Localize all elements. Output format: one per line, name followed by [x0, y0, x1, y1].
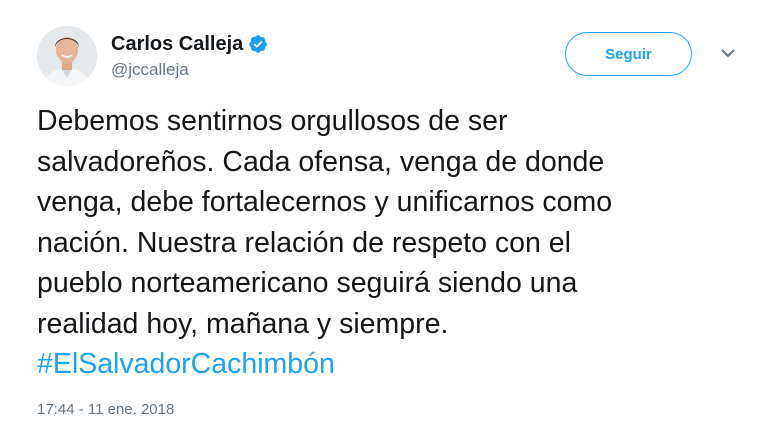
author-display-name[interactable]: Carlos Calleja — [111, 32, 243, 56]
avatar-photo — [37, 26, 97, 86]
follow-button[interactable]: Seguir — [565, 32, 692, 76]
author-handle[interactable]: @jccalleja — [111, 59, 189, 81]
tweet-timestamp[interactable]: 17:44 - 11 ene. 2018 — [37, 400, 174, 420]
avatar[interactable] — [37, 26, 97, 86]
tweet-text-line: venga, debe fortalecernos y unificarnos … — [37, 186, 613, 218]
hashtag-link[interactable]: #ElSalvadorCachimbón — [37, 348, 335, 380]
tweet-text-line: pueblo norteamericano seguirá siendo una — [37, 267, 578, 299]
tweet-text: Debemos sentirnos orgullosos de ser salv… — [37, 101, 737, 385]
verified-badge-icon — [248, 34, 268, 54]
tweet-text-line: Debemos sentirnos orgullosos de ser — [37, 105, 508, 137]
more-options-button[interactable] — [716, 42, 740, 66]
author-name-row: Carlos Calleja — [111, 32, 268, 56]
tweet-text-line: nación. Nuestra relación de respeto con … — [37, 226, 571, 259]
chevron-down-icon — [721, 45, 735, 63]
tweet-text-line: realidad hoy, mañana y siempre. — [37, 307, 449, 340]
tweet-card: Carlos Calleja @jccalleja Seguir Debemos… — [0, 0, 768, 429]
tweet-text-line: salvadoreños. Cada ofensa, venga de dond… — [37, 145, 605, 178]
